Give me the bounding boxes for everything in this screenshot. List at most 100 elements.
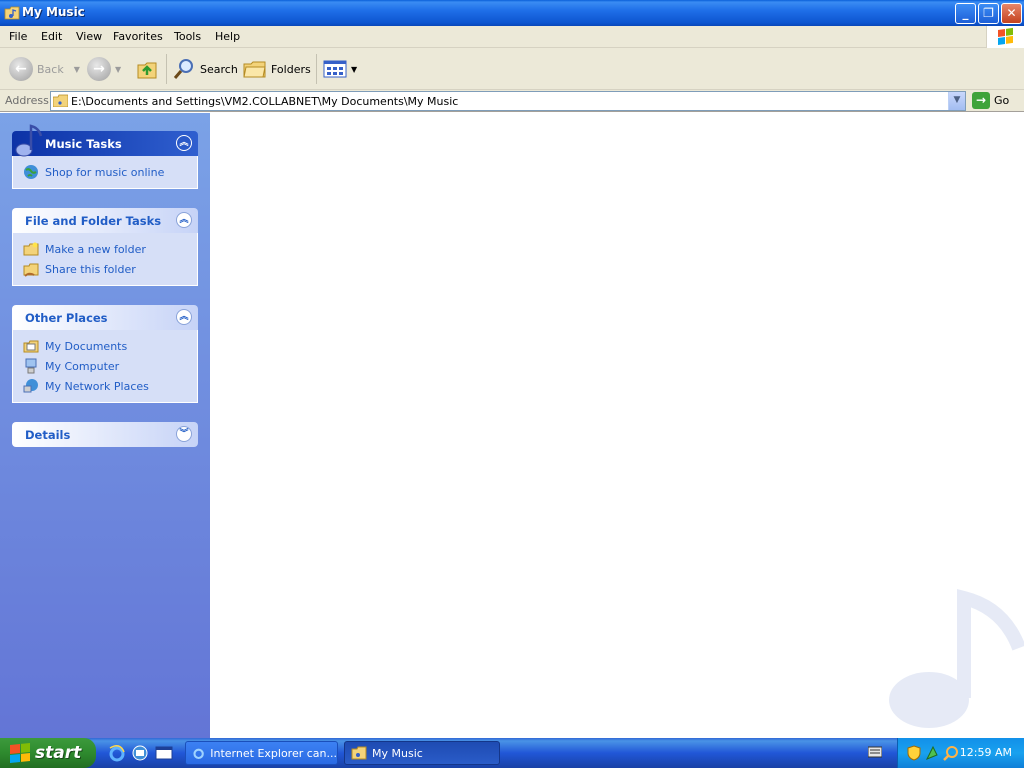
details-panel: Details ︾ (12, 422, 198, 447)
folder-music-icon (4, 6, 20, 20)
task-label: Share this folder (45, 262, 136, 276)
other-places-header[interactable]: Other Places ︽ (12, 305, 198, 330)
menu-edit[interactable]: Edit (41, 30, 62, 43)
my-computer-link[interactable]: My Computer (23, 356, 197, 376)
collapse-chevron-icon[interactable]: ︽ (176, 212, 192, 228)
music-note-watermark-icon (889, 589, 1024, 728)
taskbar-my-music[interactable]: My Music (344, 741, 500, 765)
menu-bar: File Edit View Favorites Tools Help (0, 26, 1024, 48)
task-label: My Documents (45, 339, 128, 353)
network-places-icon (23, 379, 38, 393)
start-label: start (35, 743, 82, 763)
my-network-places-link[interactable]: My Network Places (23, 376, 197, 396)
close-button[interactable]: ✕ (1001, 3, 1022, 24)
task-label: My Computer (45, 359, 120, 373)
back-button[interactable]: ← Back ▼ (9, 54, 80, 84)
menu-view[interactable]: View (76, 30, 102, 43)
music-tasks-title: Music Tasks (45, 137, 122, 151)
forward-dropdown-icon[interactable]: ▼ (115, 65, 121, 74)
windows-flag-icon (10, 742, 30, 764)
my-documents-link[interactable]: My Documents (23, 336, 197, 356)
views-icon (323, 60, 347, 78)
make-new-folder-link[interactable]: Make a new folder (23, 239, 197, 259)
internet-explorer-icon[interactable] (108, 744, 126, 762)
music-tasks-panel: Music Tasks ︽ Shop for music online (12, 124, 198, 189)
clock[interactable]: 12:59 AM (960, 746, 1012, 759)
task-label: Shop for music online (45, 165, 165, 179)
music-note-icon (15, 124, 43, 157)
music-folder-icon (53, 94, 68, 107)
forward-button[interactable]: → ▼ (87, 54, 121, 84)
toolbar-separator (166, 54, 167, 84)
address-dropdown-icon[interactable]: ▼ (948, 92, 965, 110)
views-dropdown-icon: ▼ (351, 64, 358, 74)
details-title: Details (25, 428, 71, 442)
outlook-express-icon[interactable] (131, 744, 149, 762)
maximize-button[interactable]: ❐ (978, 3, 999, 24)
system-tray: 12:59 AM (897, 738, 1024, 768)
security-shield-icon[interactable] (907, 745, 921, 761)
share-folder-link[interactable]: Share this folder (23, 259, 197, 279)
address-value: E:\Documents and Settings\VM2.COLLABNET\… (71, 95, 459, 108)
my-computer-icon (25, 358, 37, 374)
other-places-body: My Documents My Computer My Network Plac… (12, 330, 198, 403)
task-label: My Network Places (45, 379, 149, 393)
internet-explorer-icon (193, 748, 204, 760)
file-folder-tasks-title: File and Folder Tasks (25, 214, 162, 228)
minimize-button[interactable]: _ (955, 3, 976, 24)
keyboard-language-icon[interactable] (868, 746, 882, 758)
address-label: Address (5, 94, 49, 107)
file-folder-tasks-panel: File and Folder Tasks ︽ Make a new folde… (12, 208, 198, 286)
collapse-chevron-icon[interactable]: ︽ (176, 309, 192, 325)
details-header[interactable]: Details ︾ (12, 422, 198, 447)
address-input[interactable]: E:\Documents and Settings\VM2.COLLABNET\… (50, 91, 966, 111)
back-arrow-icon: ← (9, 57, 33, 81)
search-tray-icon[interactable] (943, 745, 959, 761)
shop-music-online-link[interactable]: Shop for music online (23, 162, 197, 182)
new-folder-icon (23, 242, 39, 256)
folders-icon (243, 61, 266, 78)
taskbar-internet-explorer[interactable]: Internet Explorer can... (185, 741, 338, 765)
share-folder-icon (23, 263, 39, 277)
search-icon (173, 59, 193, 79)
up-folder-button[interactable] (136, 54, 158, 84)
task-pane: Music Tasks ︽ Shop for music online File… (0, 113, 210, 738)
back-label: Back (37, 62, 64, 76)
search-label: Search (200, 62, 238, 76)
window-title: My Music (22, 5, 85, 19)
views-button[interactable]: ▼ (323, 54, 357, 84)
task-button-label: Internet Explorer can... (210, 746, 337, 760)
file-folder-tasks-header[interactable]: File and Folder Tasks ︽ (12, 208, 198, 233)
globe-icon (24, 165, 38, 179)
up-folder-icon (137, 62, 157, 79)
music-tasks-body: Shop for music online (12, 156, 198, 189)
back-dropdown-icon[interactable]: ▼ (74, 65, 80, 74)
collapse-chevron-icon[interactable]: ︽ (176, 135, 192, 151)
go-label: Go (994, 94, 1010, 107)
menu-help[interactable]: Help (215, 30, 240, 43)
folder-content-area[interactable] (210, 113, 1024, 738)
network-status-icon[interactable] (925, 745, 939, 761)
file-folder-tasks-body: Make a new folder Share this folder (12, 233, 198, 286)
folders-button[interactable]: Folders (243, 54, 311, 84)
my-documents-icon (23, 340, 39, 353)
other-places-panel: Other Places ︽ My Documents My Computer (12, 305, 198, 403)
toolbar-separator (316, 54, 317, 84)
go-button[interactable]: → Go (972, 92, 1009, 109)
windows-logo-icon (986, 26, 1024, 48)
menu-file[interactable]: File (9, 30, 27, 43)
address-bar: Address E:\Documents and Settings\VM2.CO… (0, 90, 1024, 112)
menu-tools[interactable]: Tools (174, 30, 201, 43)
music-tasks-header[interactable]: Music Tasks ︽ (12, 124, 198, 157)
toolbar: ← Back ▼ → ▼ Search Folders ▼ (0, 48, 1024, 90)
title-bar[interactable]: My Music _ ❐ ✕ (0, 0, 1024, 26)
show-desktop-icon[interactable] (155, 744, 173, 762)
task-label: Make a new folder (45, 242, 146, 256)
go-arrow-icon: → (972, 92, 990, 109)
expand-chevron-icon[interactable]: ︾ (176, 426, 192, 442)
menu-favorites[interactable]: Favorites (113, 30, 163, 43)
start-button[interactable]: start (0, 738, 96, 768)
folders-label: Folders (271, 62, 311, 76)
search-button[interactable]: Search (172, 54, 238, 84)
other-places-title: Other Places (25, 311, 108, 325)
